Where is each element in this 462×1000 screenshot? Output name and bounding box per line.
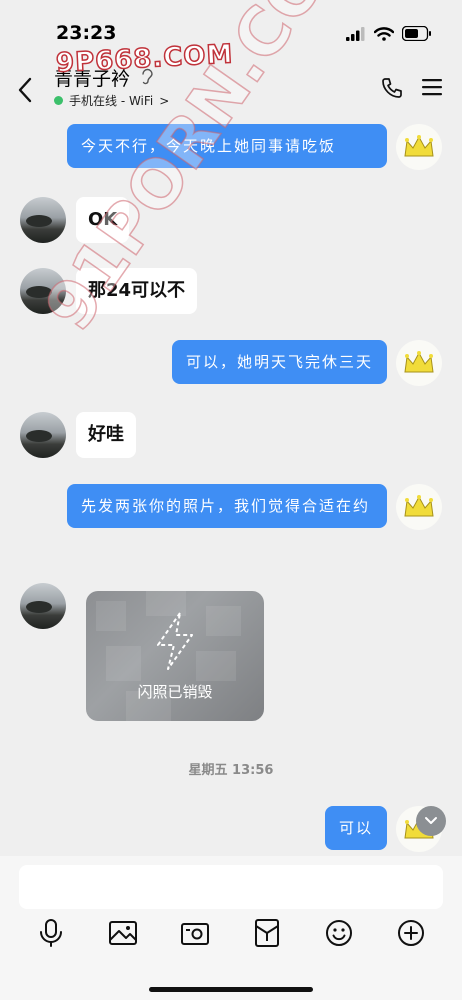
presence-status[interactable]: 手机在线 - WiFi > [54,92,169,109]
call-button[interactable] [380,76,404,104]
online-dot [54,96,63,105]
my-avatar[interactable] [396,340,442,386]
my-avatar[interactable] [396,124,442,170]
input-toolbar [0,916,462,956]
contact-avatar[interactable] [20,412,66,458]
lightning-icon [157,612,193,670]
pixel-tile [196,651,236,681]
message-timestamp: 星期五 13:56 [188,763,274,778]
chat-messages[interactable]: 今天不行，今天晚上她同事请吃饭 OK 那24可以不 可以，她明天飞完休三天 好哇… [0,118,462,856]
contact-avatar[interactable] [20,268,66,314]
message-bubble-sent[interactable]: 可以，她明天飞完休三天 [171,340,387,384]
message-bubble-sent[interactable]: 先发两张你的照片，我们觉得合适在约 [67,484,387,528]
back-button[interactable] [16,76,34,108]
voice-button[interactable] [34,916,68,950]
red-packet-icon [255,919,279,947]
image-icon [109,921,137,945]
battery-icon [402,26,431,41]
pixel-tile [106,646,141,681]
emoji-button[interactable] [322,916,356,950]
crown-icon [404,135,434,157]
menu-icon [422,79,442,96]
camera-icon [181,923,209,945]
flash-photo-destroyed[interactable]: 闪照已销毁 [86,591,264,721]
flash-photo-label: 闪照已销毁 [137,683,213,701]
pixel-tile [206,606,241,636]
camera-button[interactable] [178,916,212,950]
chevron-down-icon [425,817,437,824]
home-indicator[interactable] [149,987,313,992]
image-button[interactable] [106,916,140,950]
microphone-icon [40,919,62,947]
message-bubble-sent[interactable]: 今天不行，今天晚上她同事请吃饭 [67,124,387,168]
my-avatar[interactable] [396,484,442,530]
back-chevron-icon [18,77,32,103]
red-packet-button[interactable] [250,916,284,950]
contact-avatar[interactable] [20,197,66,243]
message-bubble-received[interactable]: OK [76,197,130,243]
message-bubble-sent[interactable]: 可以 [324,806,387,850]
contact-avatar[interactable] [20,583,66,629]
message-input[interactable] [19,865,443,909]
crown-icon [404,495,434,517]
plus-icon [398,920,424,946]
more-button[interactable] [394,916,428,950]
status-time: 23:23 [56,22,117,44]
scroll-to-bottom-button[interactable] [416,806,446,836]
message-bubble-received[interactable]: 好哇 [76,412,136,458]
phone-icon [382,78,402,98]
pixel-tile [96,601,126,631]
wifi-icon [374,26,394,41]
emoji-icon [326,920,352,946]
message-bubble-received[interactable]: 那24可以不 [76,268,198,314]
presence-text: 手机在线 - WiFi [69,94,154,108]
signal-icon [346,26,365,41]
input-area [0,856,462,1000]
menu-button[interactable] [422,78,442,100]
status-icons [346,26,432,41]
crown-icon [404,351,434,373]
presence-chevron: > [159,93,170,108]
